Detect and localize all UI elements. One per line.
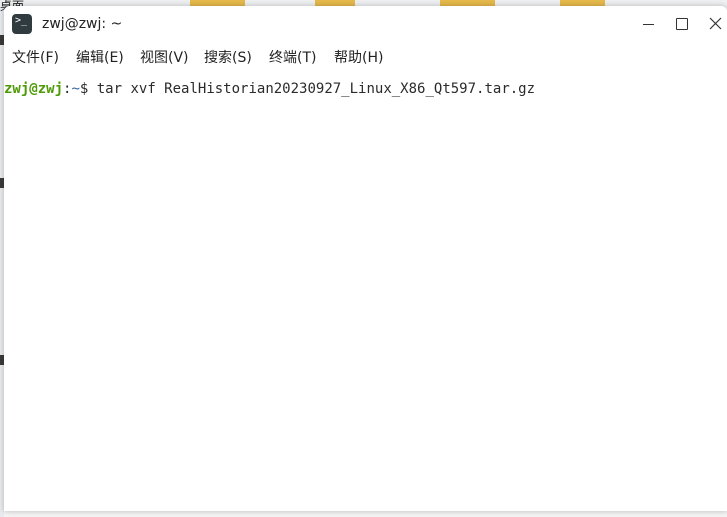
terminal-icon-glyph: >_ xyxy=(15,15,28,26)
menu-terminal[interactable]: 终端(T) xyxy=(269,49,316,67)
screen: 桌面 >_ zwj@zwj: ~ 文件(F) 编辑(E) 视图(V) xyxy=(0,0,727,517)
close-button[interactable] xyxy=(701,12,727,36)
terminal-line: zwj@zwj:~$ tar xvf RealHistorian20230927… xyxy=(4,80,535,98)
title-bar[interactable]: >_ zwj@zwj: ~ xyxy=(4,6,727,42)
window-title: zwj@zwj: ~ xyxy=(42,16,123,32)
maximize-icon xyxy=(676,18,688,30)
prompt-path: ~ xyxy=(71,81,80,97)
command-text: tar xvf RealHistorian20230927_Linux_X86_… xyxy=(96,81,536,97)
menu-help[interactable]: 帮助(H) xyxy=(334,49,383,67)
terminal-icon: >_ xyxy=(12,14,32,34)
minimize-icon xyxy=(643,24,654,25)
menu-view[interactable]: 视图(V) xyxy=(140,49,189,67)
maximize-button[interactable] xyxy=(667,12,697,36)
prompt-symbol: $ xyxy=(79,81,97,97)
menu-search[interactable]: 搜索(S) xyxy=(204,49,252,67)
menu-file[interactable]: 文件(F) xyxy=(12,49,59,67)
minimize-button[interactable] xyxy=(633,12,663,36)
prompt-user: zwj@zwj xyxy=(4,81,64,97)
menu-edit[interactable]: 编辑(E) xyxy=(76,49,124,67)
terminal-window: >_ zwj@zwj: ~ 文件(F) 编辑(E) 视图(V) 搜索(S) 终端… xyxy=(4,6,727,511)
close-icon xyxy=(709,17,722,30)
terminal-output[interactable]: zwj@zwj:~$ tar xvf RealHistorian20230927… xyxy=(4,72,727,511)
menu-bar: 文件(F) 编辑(E) 视图(V) 搜索(S) 终端(T) 帮助(H) xyxy=(4,42,727,72)
